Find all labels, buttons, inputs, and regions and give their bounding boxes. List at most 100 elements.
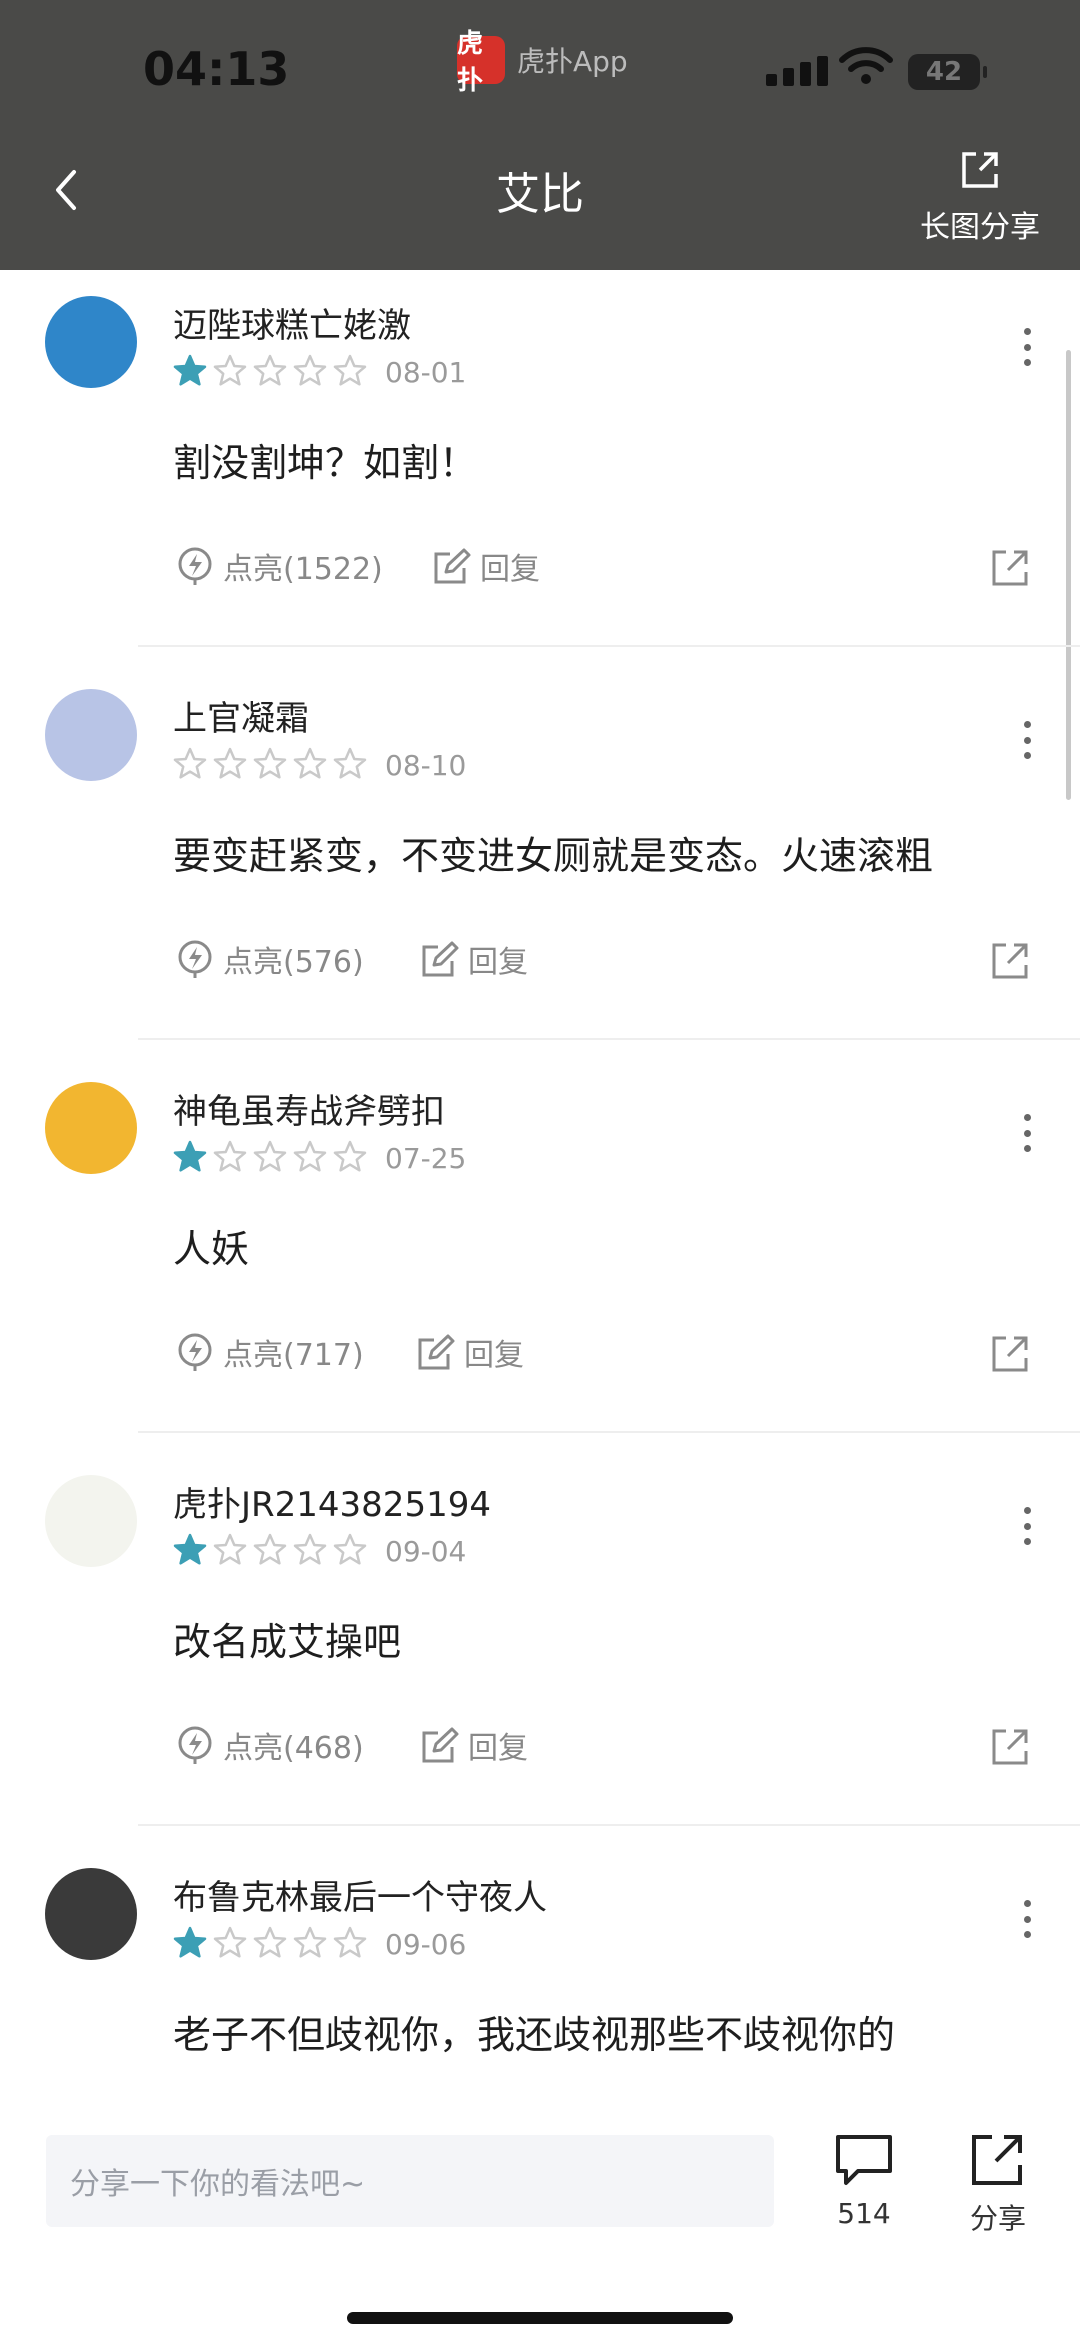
- reply-button[interactable]: 回复: [420, 1723, 528, 1767]
- star-icon: [173, 747, 207, 779]
- light-up-button[interactable]: 点亮(1522): [175, 544, 383, 588]
- star-icon: [173, 1533, 207, 1565]
- edit-reply-icon: [422, 1727, 459, 1763]
- home-indicator: [347, 2312, 733, 2324]
- light-up-button[interactable]: 点亮(468): [175, 1723, 364, 1767]
- comment-input[interactable]: 分享一下你的看法吧~: [46, 2135, 774, 2227]
- share-comment-icon[interactable]: [990, 941, 1030, 981]
- share-comment-icon[interactable]: [990, 1334, 1030, 1374]
- light-up-label: 点亮(468): [223, 1731, 364, 1766]
- edit-reply-icon: [434, 548, 471, 584]
- star-icon: [333, 1533, 367, 1565]
- rating-stars: [173, 1140, 367, 1174]
- lightning-icon: [178, 547, 212, 585]
- reply-label: 回复: [468, 1731, 528, 1766]
- reply-label: 回复: [468, 945, 528, 980]
- star-icon: [293, 354, 327, 386]
- username[interactable]: 迈陛球糕亡姥激: [173, 298, 411, 347]
- rating-stars: [173, 354, 367, 388]
- edit-reply-icon: [422, 941, 459, 977]
- comment-text: 割没割坤？如割！: [173, 441, 478, 485]
- divider: [138, 1431, 1080, 1433]
- star-icon: [253, 1140, 287, 1172]
- light-up-button[interactable]: 点亮(717): [175, 1330, 364, 1374]
- reply-label: 回复: [480, 552, 540, 587]
- star-icon: [253, 1926, 287, 1958]
- avatar[interactable]: [45, 689, 137, 781]
- comment-date: 07-25: [385, 1142, 467, 1175]
- star-icon: [253, 747, 287, 779]
- share-label: 分享: [969, 2202, 1026, 2235]
- comment-item: 上官凝霜 08-10 要变赶紧变，不变进女厕就是变态。火速滚粗 点亮(576) 回复: [0, 689, 1080, 1082]
- comments-button[interactable]: 514: [824, 2131, 904, 2230]
- comment-date: 08-10: [385, 749, 467, 782]
- star-icon: [293, 1140, 327, 1172]
- edit-reply-icon: [418, 1334, 455, 1370]
- header-bar: 04:13 虎扑 虎扑App 42 艾比 长图分享: [0, 0, 1080, 270]
- wifi-icon: [839, 47, 893, 84]
- cellular-signal-icon: [766, 56, 828, 86]
- comment-date: 09-04: [385, 1535, 467, 1568]
- light-up-label: 点亮(717): [223, 1338, 364, 1373]
- share-icon: [972, 2135, 1022, 2185]
- star-icon: [253, 354, 287, 386]
- light-up-label: 点亮(1522): [223, 552, 383, 587]
- more-options-button[interactable]: [1012, 1894, 1042, 1944]
- star-icon: [213, 354, 247, 386]
- share-comment-icon[interactable]: [990, 1727, 1030, 1767]
- star-icon: [333, 1926, 367, 1958]
- divider: [138, 1824, 1080, 1826]
- star-icon: [173, 1140, 207, 1172]
- reply-button[interactable]: 回复: [416, 1330, 524, 1374]
- reply-button[interactable]: 回复: [420, 937, 528, 981]
- share-export-icon: [962, 152, 998, 188]
- comment-item: 神龟虽寿战斧劈扣 07-25 人妖 点亮(717) 回复: [0, 1082, 1080, 1475]
- username[interactable]: 上官凝霜: [173, 691, 309, 740]
- lightning-icon: [178, 1333, 212, 1371]
- star-icon: [253, 1533, 287, 1565]
- battery-icon: 42: [908, 54, 987, 90]
- light-up-button[interactable]: 点亮(576): [175, 937, 364, 981]
- more-options-button[interactable]: [1012, 1501, 1042, 1551]
- lightning-icon: [178, 1726, 212, 1764]
- rating-stars: [173, 1533, 367, 1567]
- lightning-icon: [178, 940, 212, 978]
- light-up-label: 点亮(576): [223, 945, 364, 980]
- divider: [138, 1038, 1080, 1040]
- star-icon: [173, 354, 207, 386]
- comment-text: 改名成艾操吧: [173, 1620, 402, 1664]
- reply-button[interactable]: 回复: [432, 544, 540, 588]
- share-comment-icon[interactable]: [990, 548, 1030, 588]
- star-icon: [293, 1533, 327, 1565]
- avatar[interactable]: [45, 1082, 137, 1174]
- rating-stars: [173, 747, 367, 781]
- bottom-bar: 分享一下你的看法吧~ 514 分享: [0, 2105, 1080, 2341]
- more-options-button[interactable]: [1012, 322, 1042, 372]
- comment-bubble-icon: [836, 2135, 892, 2185]
- username[interactable]: 布鲁克林最后一个守夜人: [173, 1870, 547, 1919]
- comment-item: 迈陛球糕亡姥激 08-01 割没割坤？如割！ 点亮(1522) 回复: [0, 296, 1080, 689]
- star-icon: [333, 747, 367, 779]
- star-icon: [213, 1926, 247, 1958]
- share-button[interactable]: 分享: [958, 2131, 1038, 2237]
- avatar[interactable]: [45, 296, 137, 388]
- avatar[interactable]: [45, 1868, 137, 1960]
- more-options-button[interactable]: [1012, 1108, 1042, 1158]
- comment-text: 老子不但歧视你，我还歧视那些不歧视你的: [173, 2013, 896, 2057]
- comment-item: 虎扑JR2143825194 09-04 改名成艾操吧点亮(468) 回复: [0, 1475, 1080, 1868]
- username[interactable]: 神龟虽寿战斧劈扣: [173, 1084, 445, 1133]
- star-icon: [213, 747, 247, 779]
- more-options-button[interactable]: [1012, 715, 1042, 765]
- comment-date: 08-01: [385, 356, 467, 389]
- star-icon: [293, 1926, 327, 1958]
- comment-date: 09-06: [385, 1928, 467, 1961]
- app-logo-icon: 虎扑: [457, 29, 505, 96]
- star-icon: [173, 1926, 207, 1958]
- long-image-share-label: 长图分享: [920, 210, 1040, 245]
- username[interactable]: 虎扑JR2143825194: [173, 1477, 491, 1526]
- long-image-share-button[interactable]: 长图分享: [900, 148, 1060, 246]
- comment-count: 514: [837, 2197, 891, 2230]
- app-badge[interactable]: 虎扑 虎扑App: [457, 29, 628, 96]
- avatar[interactable]: [45, 1475, 137, 1567]
- star-icon: [333, 1140, 367, 1172]
